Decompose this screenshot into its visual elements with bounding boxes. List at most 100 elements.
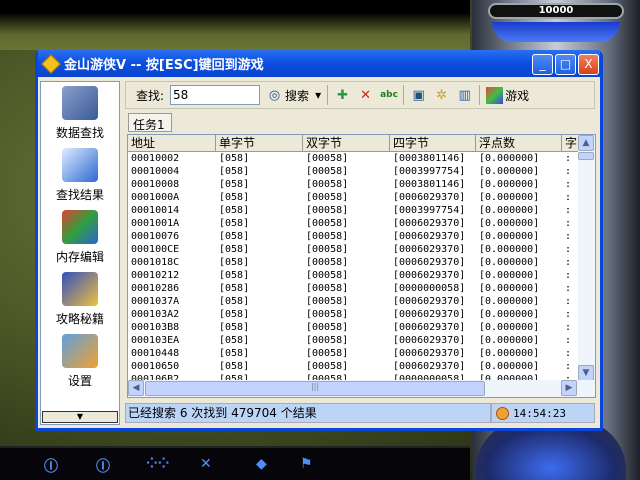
toolbar: 查找: ◎ 搜索 ▾ ✚ ✕ abc ▣ ✲ ▥ 游戏 xyxy=(125,81,595,109)
table-row[interactable]: 00010212 [058] [00058] [0006029370] [0.00000… xyxy=(128,269,595,282)
table-cell: [0.000000] xyxy=(479,179,540,190)
sidebar-item-label: 内存编辑 xyxy=(55,250,104,264)
table-cell: [00058] xyxy=(306,361,349,372)
table-row[interactable]: 000103EA [058] [00058] [0006029370] [0.00000… xyxy=(128,334,595,347)
search-button[interactable]: ◎ 搜索 xyxy=(266,87,309,104)
table-cell: 000103B8 xyxy=(131,322,180,333)
table-cell: 00010008 xyxy=(131,179,180,190)
table-cell: : xyxy=(565,361,572,372)
status-bar: 已经搜索 6 次找到 479704 个结果 14:54:23 xyxy=(125,403,595,423)
delete-icon[interactable]: ✕ xyxy=(357,87,374,104)
scroll-down-button[interactable]: ▼ xyxy=(578,365,594,381)
search-input[interactable] xyxy=(170,85,261,105)
table-cell: : xyxy=(565,257,572,268)
table-cell: [0006029370] xyxy=(393,270,466,281)
col-float[interactable]: 浮点数 xyxy=(476,135,562,151)
scroll-right-button[interactable]: ▶ xyxy=(561,380,577,396)
game-button[interactable]: 游戏 xyxy=(486,86,529,104)
money-display: 10000 xyxy=(488,3,624,19)
table-row[interactable]: 00010650 [058] [00058] [0006029370] [0.00000… xyxy=(128,360,595,373)
results-icon xyxy=(62,148,98,182)
sidebar-item-cheats[interactable]: 攻略秘籍 xyxy=(41,268,119,330)
table-row[interactable]: 00010076 [058] [00058] [0006029370] [0.00000… xyxy=(128,230,595,243)
maximize-button[interactable]: □ xyxy=(555,54,576,75)
binoculars-icon: ◎ xyxy=(268,87,281,103)
minimize-button[interactable]: _ xyxy=(532,54,553,75)
search-dropdown-button[interactable]: ▾ xyxy=(315,88,321,102)
table-cell: [0006029370] xyxy=(393,257,466,268)
sidebar-item-search-results[interactable]: 查找结果 xyxy=(41,144,119,206)
scroll-thumb[interactable] xyxy=(578,152,594,160)
table-row[interactable]: 000100CE [058] [00058] [0006029370] [0.00000… xyxy=(128,243,595,256)
save-icon[interactable]: ▣ xyxy=(410,87,427,104)
sidebar-item-settings[interactable]: 设置 xyxy=(41,330,119,392)
table-row[interactable]: 000103A2 [058] [00058] [0006029370] [0.00000… xyxy=(128,308,595,321)
tab-task-1[interactable]: 任务1 xyxy=(128,113,172,132)
game-terrain xyxy=(0,0,470,50)
table-header: 地址 单字节 双字节 四字节 浮点数 字 xyxy=(128,135,595,152)
rename-abc-icon[interactable]: abc xyxy=(380,87,398,104)
horizontal-scrollbar[interactable]: ◀ ||| ▶ xyxy=(128,380,595,397)
sidebar-item-label: 查找结果 xyxy=(55,188,104,202)
title-bar[interactable]: 金山游侠V -- 按[ESC]键回到游戏 xyxy=(38,50,600,77)
table-cell: [058] xyxy=(219,361,250,372)
table-row[interactable]: 0001018C [058] [00058] [0006029370] [0.00000… xyxy=(128,256,595,269)
table-row[interactable]: 00010002 [058] [00058] [0003801146] [0.00000… xyxy=(128,152,595,165)
table-cell: [00058] xyxy=(306,179,349,190)
table-cell: 0001000A xyxy=(131,192,180,203)
table-cell: [0003997754] xyxy=(393,205,466,216)
app-diamond-icon xyxy=(41,53,61,74)
close-button[interactable]: X xyxy=(578,54,599,75)
waypoint-flag-icon[interactable]: ⚑ xyxy=(300,456,313,472)
col-word[interactable]: 双字节 xyxy=(303,135,390,151)
table-row[interactable]: 00010004 [058] [00058] [0003997754] [0.00000… xyxy=(128,165,595,178)
table-cell: [00058] xyxy=(306,270,349,281)
table-cell: [058] xyxy=(219,257,250,268)
table-row[interactable]: 000103B8 [058] [00058] [0006029370] [0.00000… xyxy=(128,321,595,334)
table-cell: : xyxy=(565,192,572,203)
tab-one-icon[interactable]: Ⓘ xyxy=(44,456,58,476)
table-cell: : xyxy=(565,244,572,255)
find-label: 查找: xyxy=(136,88,165,103)
formation-icon[interactable]: ⁘⁘ xyxy=(146,456,169,472)
sidebar-scroll-down-button[interactable]: ▼ xyxy=(42,411,118,423)
table-cell: [00058] xyxy=(306,166,349,177)
add-search-icon[interactable]: ✚ xyxy=(334,87,351,104)
table-cell: [0006029370] xyxy=(393,218,466,229)
table-cell: [0006029370] xyxy=(393,309,466,320)
sidebar-item-memory-edit[interactable]: 内存编辑 xyxy=(41,206,119,268)
col-dword[interactable]: 四字节 xyxy=(390,135,476,151)
table-cell: [0.000000] xyxy=(479,322,540,333)
hscroll-thumb[interactable]: ||| xyxy=(145,381,485,396)
table-cell: [058] xyxy=(219,205,250,216)
clock-icon xyxy=(496,406,509,420)
scatter-icon[interactable]: ✕ xyxy=(200,456,212,472)
scroll-up-button[interactable]: ▲ xyxy=(578,135,594,151)
settings-gear-icon[interactable]: ✲ xyxy=(433,87,450,104)
table-cell: [0.000000] xyxy=(479,257,540,268)
col-text[interactable]: 字 xyxy=(562,135,579,151)
col-address[interactable]: 地址 xyxy=(128,135,216,151)
sidebar-item-data-search[interactable]: 数据查找 xyxy=(41,82,119,144)
game-icon xyxy=(486,86,504,104)
table-row[interactable]: 00010014 [058] [00058] [0003997754] [0.00000… xyxy=(128,204,595,217)
table-row[interactable]: 0001000A [058] [00058] [0006029370] [0.00000… xyxy=(128,191,595,204)
sidebar-item-label: 攻略秘籍 xyxy=(55,312,104,326)
scroll-left-button[interactable]: ◀ xyxy=(128,380,144,396)
table-row[interactable]: 0001037A [058] [00058] [0006029370] [0.00000… xyxy=(128,295,595,308)
table-row[interactable]: 00010008 [058] [00058] [0003801146] [0.00000… xyxy=(128,178,595,191)
table-cell: [0003801146] xyxy=(393,153,466,164)
table-cell: [058] xyxy=(219,166,250,177)
tab-two-icon[interactable]: Ⓘ xyxy=(96,456,110,476)
table-row[interactable]: 0001001A [058] [00058] [0006029370] [0.00000… xyxy=(128,217,595,230)
col-byte[interactable]: 单字节 xyxy=(216,135,303,151)
table-cell: [00058] xyxy=(306,153,349,164)
table-cell: : xyxy=(565,179,572,190)
table-row[interactable]: 00010448 [058] [00058] [0006029370] [0.00000… xyxy=(128,347,595,360)
trash-icon[interactable]: ▥ xyxy=(456,87,473,104)
table-row[interactable]: 00010286 [058] [00058] [0000000058] [0.00000… xyxy=(128,282,595,295)
vertical-scrollbar[interactable]: ▲ ▼ xyxy=(578,135,595,381)
guard-shield-icon[interactable]: ◆ xyxy=(256,456,267,472)
table-cell: [058] xyxy=(219,244,250,255)
table-cell: [0.000000] xyxy=(479,309,540,320)
